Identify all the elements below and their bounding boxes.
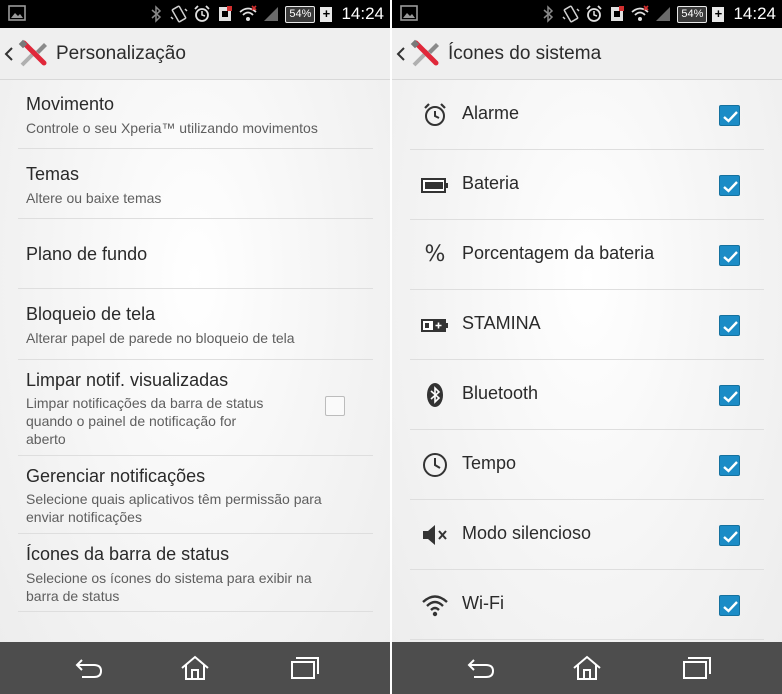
page-title: Personalização xyxy=(56,42,186,64)
setting-item-limpar-notif[interactable]: Limpar notif. visualizadas Limpar notifi… xyxy=(18,360,373,456)
wifi-icon xyxy=(422,595,448,617)
page-title: Ícones do sistema xyxy=(448,42,602,64)
icon-row-stamina[interactable]: STAMINA xyxy=(410,290,764,360)
setting-title: Ícones da barra de status xyxy=(26,544,230,564)
icon-row-label: Bluetooth xyxy=(462,383,539,403)
back-icon[interactable] xyxy=(466,655,496,681)
status-bar: 54% + 14:24 xyxy=(392,0,782,28)
status-bar: 54% + 14:24 xyxy=(0,0,390,28)
wifi-checkbox[interactable] xyxy=(719,595,740,616)
action-bar: Personalização xyxy=(0,28,390,80)
system-icons-screen: 54% + 14:24 Ícones do sistema Alarme Bat… xyxy=(392,0,782,694)
clock-time: 14:24 xyxy=(733,4,776,23)
icon-row-label: Modo silencioso xyxy=(462,523,592,543)
bluetooth-icon xyxy=(427,383,443,407)
navigation-bar xyxy=(0,642,390,694)
setting-item-gerenciar-notificacoes[interactable]: Gerenciar notificações Selecione quais a… xyxy=(18,456,373,534)
setting-title: Gerenciar notificações xyxy=(26,466,206,486)
percent-icon: % xyxy=(424,242,446,267)
setting-summary-line: Selecione quais aplicativos têm permissã… xyxy=(26,491,322,507)
stamina-checkbox[interactable] xyxy=(719,315,740,336)
setting-item-bloqueio-de-tela[interactable]: Bloqueio de tela Alterar papel de parede… xyxy=(18,289,373,360)
back-icon[interactable] xyxy=(74,655,104,681)
clock-time: 14:24 xyxy=(341,4,384,23)
setting-summary: Alterar papel de parede no bloqueio de t… xyxy=(26,330,295,346)
back-chevron-icon[interactable] xyxy=(4,46,14,61)
alarme-checkbox[interactable] xyxy=(719,105,740,126)
icon-row-label: Tempo xyxy=(462,453,517,473)
stamina-battery-icon xyxy=(421,319,448,332)
navigation-bar xyxy=(392,642,782,694)
modo-silencioso-checkbox[interactable] xyxy=(719,525,740,546)
vibrate-icon xyxy=(170,5,188,23)
setting-summary: Altere ou baixe temas xyxy=(26,190,162,206)
screenshot-composite: 54% + 14:24 Personalização Movimento Con… xyxy=(0,0,782,694)
home-icon[interactable] xyxy=(572,655,602,681)
setting-item-movimento[interactable]: Movimento Controle o seu Xperia™ utiliza… xyxy=(18,80,373,149)
nfc-icon xyxy=(611,6,625,21)
bluetooth-checkbox[interactable] xyxy=(719,385,740,406)
icon-row-label: STAMINA xyxy=(462,313,541,333)
alarm-icon xyxy=(586,5,603,22)
wifi-icon xyxy=(631,5,650,21)
setting-title: Temas xyxy=(26,164,80,184)
icon-row-modo-silencioso[interactable]: Modo silencioso xyxy=(410,500,764,570)
setting-summary-line: quando o painel de notificação for xyxy=(26,413,237,429)
limpar-notif-checkbox[interactable] xyxy=(325,396,345,416)
home-icon[interactable] xyxy=(180,655,210,681)
icon-row-label: Bateria xyxy=(462,173,520,193)
setting-summary-line: Selecione os ícones do sistema para exib… xyxy=(26,570,312,586)
signal-icon xyxy=(264,7,279,21)
plus-icon: + xyxy=(712,6,725,22)
image-icon xyxy=(8,5,26,21)
nfc-icon xyxy=(219,6,233,21)
personalization-screen: 54% + 14:24 Personalização Movimento Con… xyxy=(0,0,390,694)
icon-row-label: Wi-Fi xyxy=(462,593,504,613)
setting-title: Plano de fundo xyxy=(26,244,148,264)
signal-icon xyxy=(656,7,671,21)
setting-summary-line: barra de status xyxy=(26,588,120,604)
tools-icon xyxy=(18,39,47,66)
icon-row-label: Porcentagem da bateria xyxy=(462,243,655,263)
icon-row-bateria[interactable]: Bateria xyxy=(410,150,764,220)
recent-apps-icon[interactable] xyxy=(290,655,320,681)
setting-title: Movimento xyxy=(26,94,115,114)
alarm-clock-icon xyxy=(424,103,446,126)
bluetooth-icon xyxy=(151,5,162,23)
setting-summary: Controle o seu Xperia™ utilizando movime… xyxy=(26,120,318,136)
speaker-mute-icon xyxy=(423,525,447,545)
bluetooth-icon xyxy=(543,5,554,23)
icon-row-bluetooth[interactable]: Bluetooth xyxy=(410,360,764,430)
icon-row-tempo[interactable]: Tempo xyxy=(410,430,764,500)
vibrate-icon xyxy=(562,5,580,23)
action-bar: Ícones do sistema xyxy=(392,28,782,80)
clock-icon xyxy=(423,453,447,477)
wifi-icon xyxy=(239,5,258,21)
battery-percent: 54% xyxy=(677,5,708,23)
back-chevron-icon[interactable] xyxy=(396,46,406,61)
setting-item-plano-de-fundo[interactable]: Plano de fundo xyxy=(18,219,373,289)
setting-summary-line: Limpar notificações da barra de status xyxy=(26,395,264,411)
icon-row-porcentagem[interactable]: % Porcentagem da bateria xyxy=(410,220,764,290)
setting-summary-line: aberto xyxy=(26,431,66,447)
icon-row-alarme[interactable]: Alarme xyxy=(410,80,764,150)
setting-summary-line: enviar notificações xyxy=(26,509,142,525)
icon-row-wifi[interactable]: Wi-Fi xyxy=(410,570,764,640)
plus-icon: + xyxy=(320,6,333,22)
battery-icon xyxy=(421,178,448,193)
alarm-icon xyxy=(194,5,211,22)
tools-icon xyxy=(410,39,439,66)
setting-title: Bloqueio de tela xyxy=(26,304,156,324)
bateria-checkbox[interactable] xyxy=(719,175,740,196)
icon-row-label: Alarme xyxy=(462,103,520,123)
setting-title: Limpar notif. visualizadas xyxy=(26,370,229,390)
setting-item-temas[interactable]: Temas Altere ou baixe temas xyxy=(18,149,373,219)
recent-apps-icon[interactable] xyxy=(682,655,712,681)
porcentagem-checkbox[interactable] xyxy=(719,245,740,266)
tempo-checkbox[interactable] xyxy=(719,455,740,476)
image-icon xyxy=(400,5,418,21)
battery-percent: 54% xyxy=(285,5,316,23)
setting-item-icones-barra-status[interactable]: Ícones da barra de status Selecione os í… xyxy=(18,534,373,612)
